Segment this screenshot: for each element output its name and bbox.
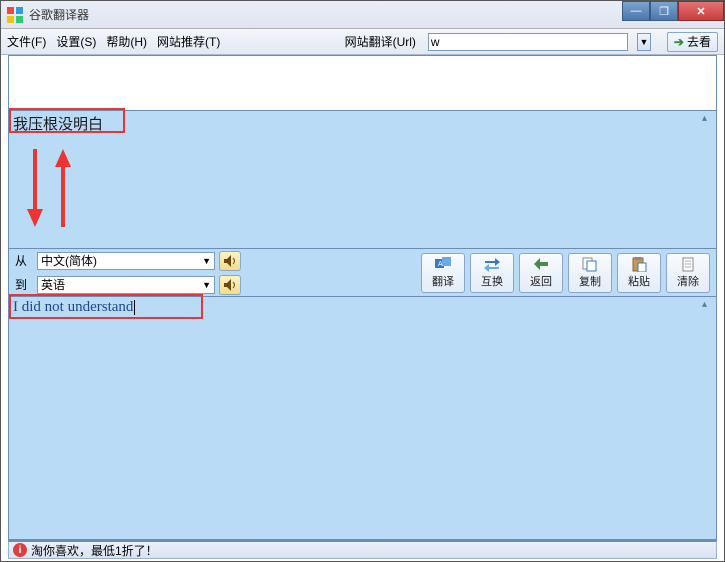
copy-icon [581,256,599,272]
translate-button[interactable]: A 翻译 [421,253,465,293]
window-controls: — ❐ ✕ [622,1,724,21]
copy-label: 复制 [579,273,601,289]
language-selectors: 从 中文(简体) ▼ 到 英语 ▼ [15,251,241,295]
back-label: 返回 [530,273,552,289]
translate-label: 翻译 [432,273,454,289]
menu-file[interactable]: 文件(F) [7,33,46,50]
url-dropdown-button[interactable]: ▼ [637,33,651,51]
back-button[interactable]: 返回 [519,253,563,293]
chevron-down-icon: ▼ [202,280,211,290]
from-language-select[interactable]: 中文(简体) ▼ [37,252,215,270]
annotation-arrow-down [27,149,41,227]
close-button[interactable]: ✕ [678,1,724,21]
from-label: 从 [15,252,33,269]
menu-recommend[interactable]: 网站推荐(T) [157,33,220,50]
scroll-up-icon[interactable]: ▴ [702,299,714,311]
status-text: 淘你喜欢，最低1折了！ [31,542,158,559]
speak-source-button[interactable] [219,251,241,271]
scroll-up-icon[interactable]: ▴ [702,113,714,125]
speaker-icon [224,255,236,267]
clear-label: 清除 [677,273,699,289]
url-input[interactable] [428,33,628,51]
source-text-pane[interactable]: 我压根没明白 ▴ [9,111,716,249]
back-icon [532,256,550,272]
go-button-label: 去看 [687,33,711,50]
maximize-button[interactable]: ❐ [650,1,678,21]
app-icon [7,7,23,23]
top-blank-area [9,56,716,111]
main-panel: 我压根没明白 ▴ 从 中文(简体) ▼ 到 [8,55,717,541]
speak-target-button[interactable] [219,275,241,295]
paste-icon [630,256,648,272]
menu-settings[interactable]: 设置(S) [56,33,96,50]
controls-bar: 从 中文(简体) ▼ 到 英语 ▼ [9,249,716,297]
paste-label: 粘贴 [628,273,650,289]
info-icon: i [13,543,27,557]
swap-icon [483,256,501,272]
go-arrow-icon: ➔ [674,35,684,49]
app-title: 谷歌翻译器 [29,6,89,23]
copy-button[interactable]: 复制 [568,253,612,293]
svg-text:A: A [438,261,443,268]
clear-icon [679,256,697,272]
status-bar: i 淘你喜欢，最低1折了！ [8,541,717,559]
result-text-pane[interactable]: I did not understand ▴ [9,297,716,540]
annotation-arrow-up [55,149,69,227]
speaker-icon [224,279,236,291]
minimize-button[interactable]: — [622,1,650,21]
title-bar: 谷歌翻译器 — ❐ ✕ [1,1,724,29]
clear-button[interactable]: 清除 [666,253,710,293]
result-text: I did not understand [13,299,135,316]
swap-label: 互换 [481,273,503,289]
go-button[interactable]: ➔ 去看 [667,32,718,52]
source-text: 我压根没明白 [13,113,103,134]
from-language-value: 中文(简体) [41,252,97,269]
to-language-select[interactable]: 英语 ▼ [37,276,215,294]
to-label: 到 [15,276,33,293]
menu-help[interactable]: 帮助(H) [106,33,147,50]
action-toolbar: A 翻译 互换 返回 复制 粘贴 清除 [421,253,710,293]
chevron-down-icon: ▼ [202,256,211,266]
menu-bar: 文件(F) 设置(S) 帮助(H) 网站推荐(T) 网站翻译(Url) ▼ ➔ … [1,29,724,55]
to-language-value: 英语 [41,276,65,293]
translate-icon: A [434,256,452,272]
url-translate-label: 网站翻译(Url) [345,33,416,50]
paste-button[interactable]: 粘贴 [617,253,661,293]
swap-button[interactable]: 互换 [470,253,514,293]
